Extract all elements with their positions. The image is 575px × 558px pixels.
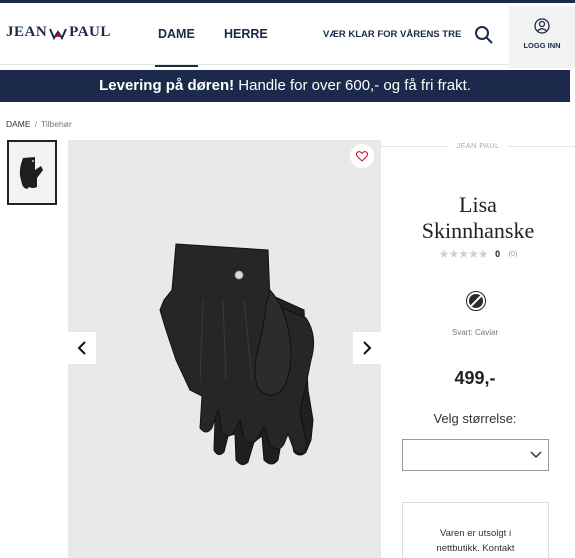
promo-nav-link[interactable]: VÆR KLAR FOR VÅRENS TRE xyxy=(323,29,461,40)
banner-bold-text: Levering på døren! xyxy=(99,77,235,94)
tab-herre[interactable]: HERRE xyxy=(224,27,268,41)
gallery-prev-button[interactable] xyxy=(68,332,96,364)
breadcrumb-item-dame[interactable]: DAME xyxy=(6,119,31,129)
size-label: Velg størrelse: xyxy=(433,411,517,426)
breadcrumb-item-tilbehor[interactable]: Tilbehør xyxy=(41,119,72,129)
heart-icon xyxy=(356,150,368,162)
product-price: 499,- xyxy=(454,368,496,388)
review-count: (0) xyxy=(508,250,518,258)
logo-crown-icon xyxy=(49,26,68,40)
product-image-gallery xyxy=(68,140,381,558)
product-rating[interactable]: ★★★★★ 0 (0) xyxy=(381,247,575,261)
color-name: Svart: Caviar xyxy=(451,328,499,337)
product-thumbnail[interactable] xyxy=(7,140,57,205)
stock-message-line-2: nettbutikk. Kontakt xyxy=(436,543,515,554)
rating-stars-icon: ★★★★★ xyxy=(438,247,489,261)
brand-divider: JEAN PAUL xyxy=(381,140,575,154)
logo-text-left: JEAN xyxy=(6,24,48,40)
site-header: JEAN PAUL DAME HERRE VÆR KLAR FOR VÅRENS… xyxy=(0,3,575,68)
stock-message-line-1: Varen er utsolgt i xyxy=(439,528,512,539)
banner-text: Handle for over 600,- og få fri frakt. xyxy=(234,77,471,94)
breadcrumb: DAME / Tilbehør xyxy=(6,119,72,129)
chevron-left-icon xyxy=(77,341,86,355)
logo-text-right: PAUL xyxy=(69,24,111,40)
color-swatch-caviar[interactable] xyxy=(466,291,486,311)
jean-paul-logo[interactable]: JEAN PAUL xyxy=(6,24,111,41)
gallery-next-button[interactable] xyxy=(353,332,381,364)
glove-thumbnail-image xyxy=(19,156,43,189)
wishlist-button[interactable] xyxy=(350,144,374,168)
chevron-down-icon xyxy=(530,451,542,459)
login-button[interactable]: LOGG INN xyxy=(509,6,575,68)
size-select[interactable] xyxy=(402,439,549,471)
login-label: LOGG INN xyxy=(523,41,561,50)
product-info-panel: JEAN PAUL Lisa Skinnhanske ★★★★★ 0 (0) S… xyxy=(381,140,575,558)
rating-count: 0 xyxy=(495,249,501,259)
product-title: Lisa Skinnhanske xyxy=(421,192,535,243)
chevron-right-icon xyxy=(363,341,372,355)
tab-dame[interactable]: DAME xyxy=(155,27,198,67)
search-icon[interactable] xyxy=(474,25,494,45)
glove-product-image xyxy=(159,243,315,466)
shipping-banner: Levering på døren! Handle for over 600,-… xyxy=(0,70,570,102)
stock-message-box: Varen er utsolgt i nettbutikk. Kontakt xyxy=(402,502,549,558)
user-icon xyxy=(534,18,550,34)
